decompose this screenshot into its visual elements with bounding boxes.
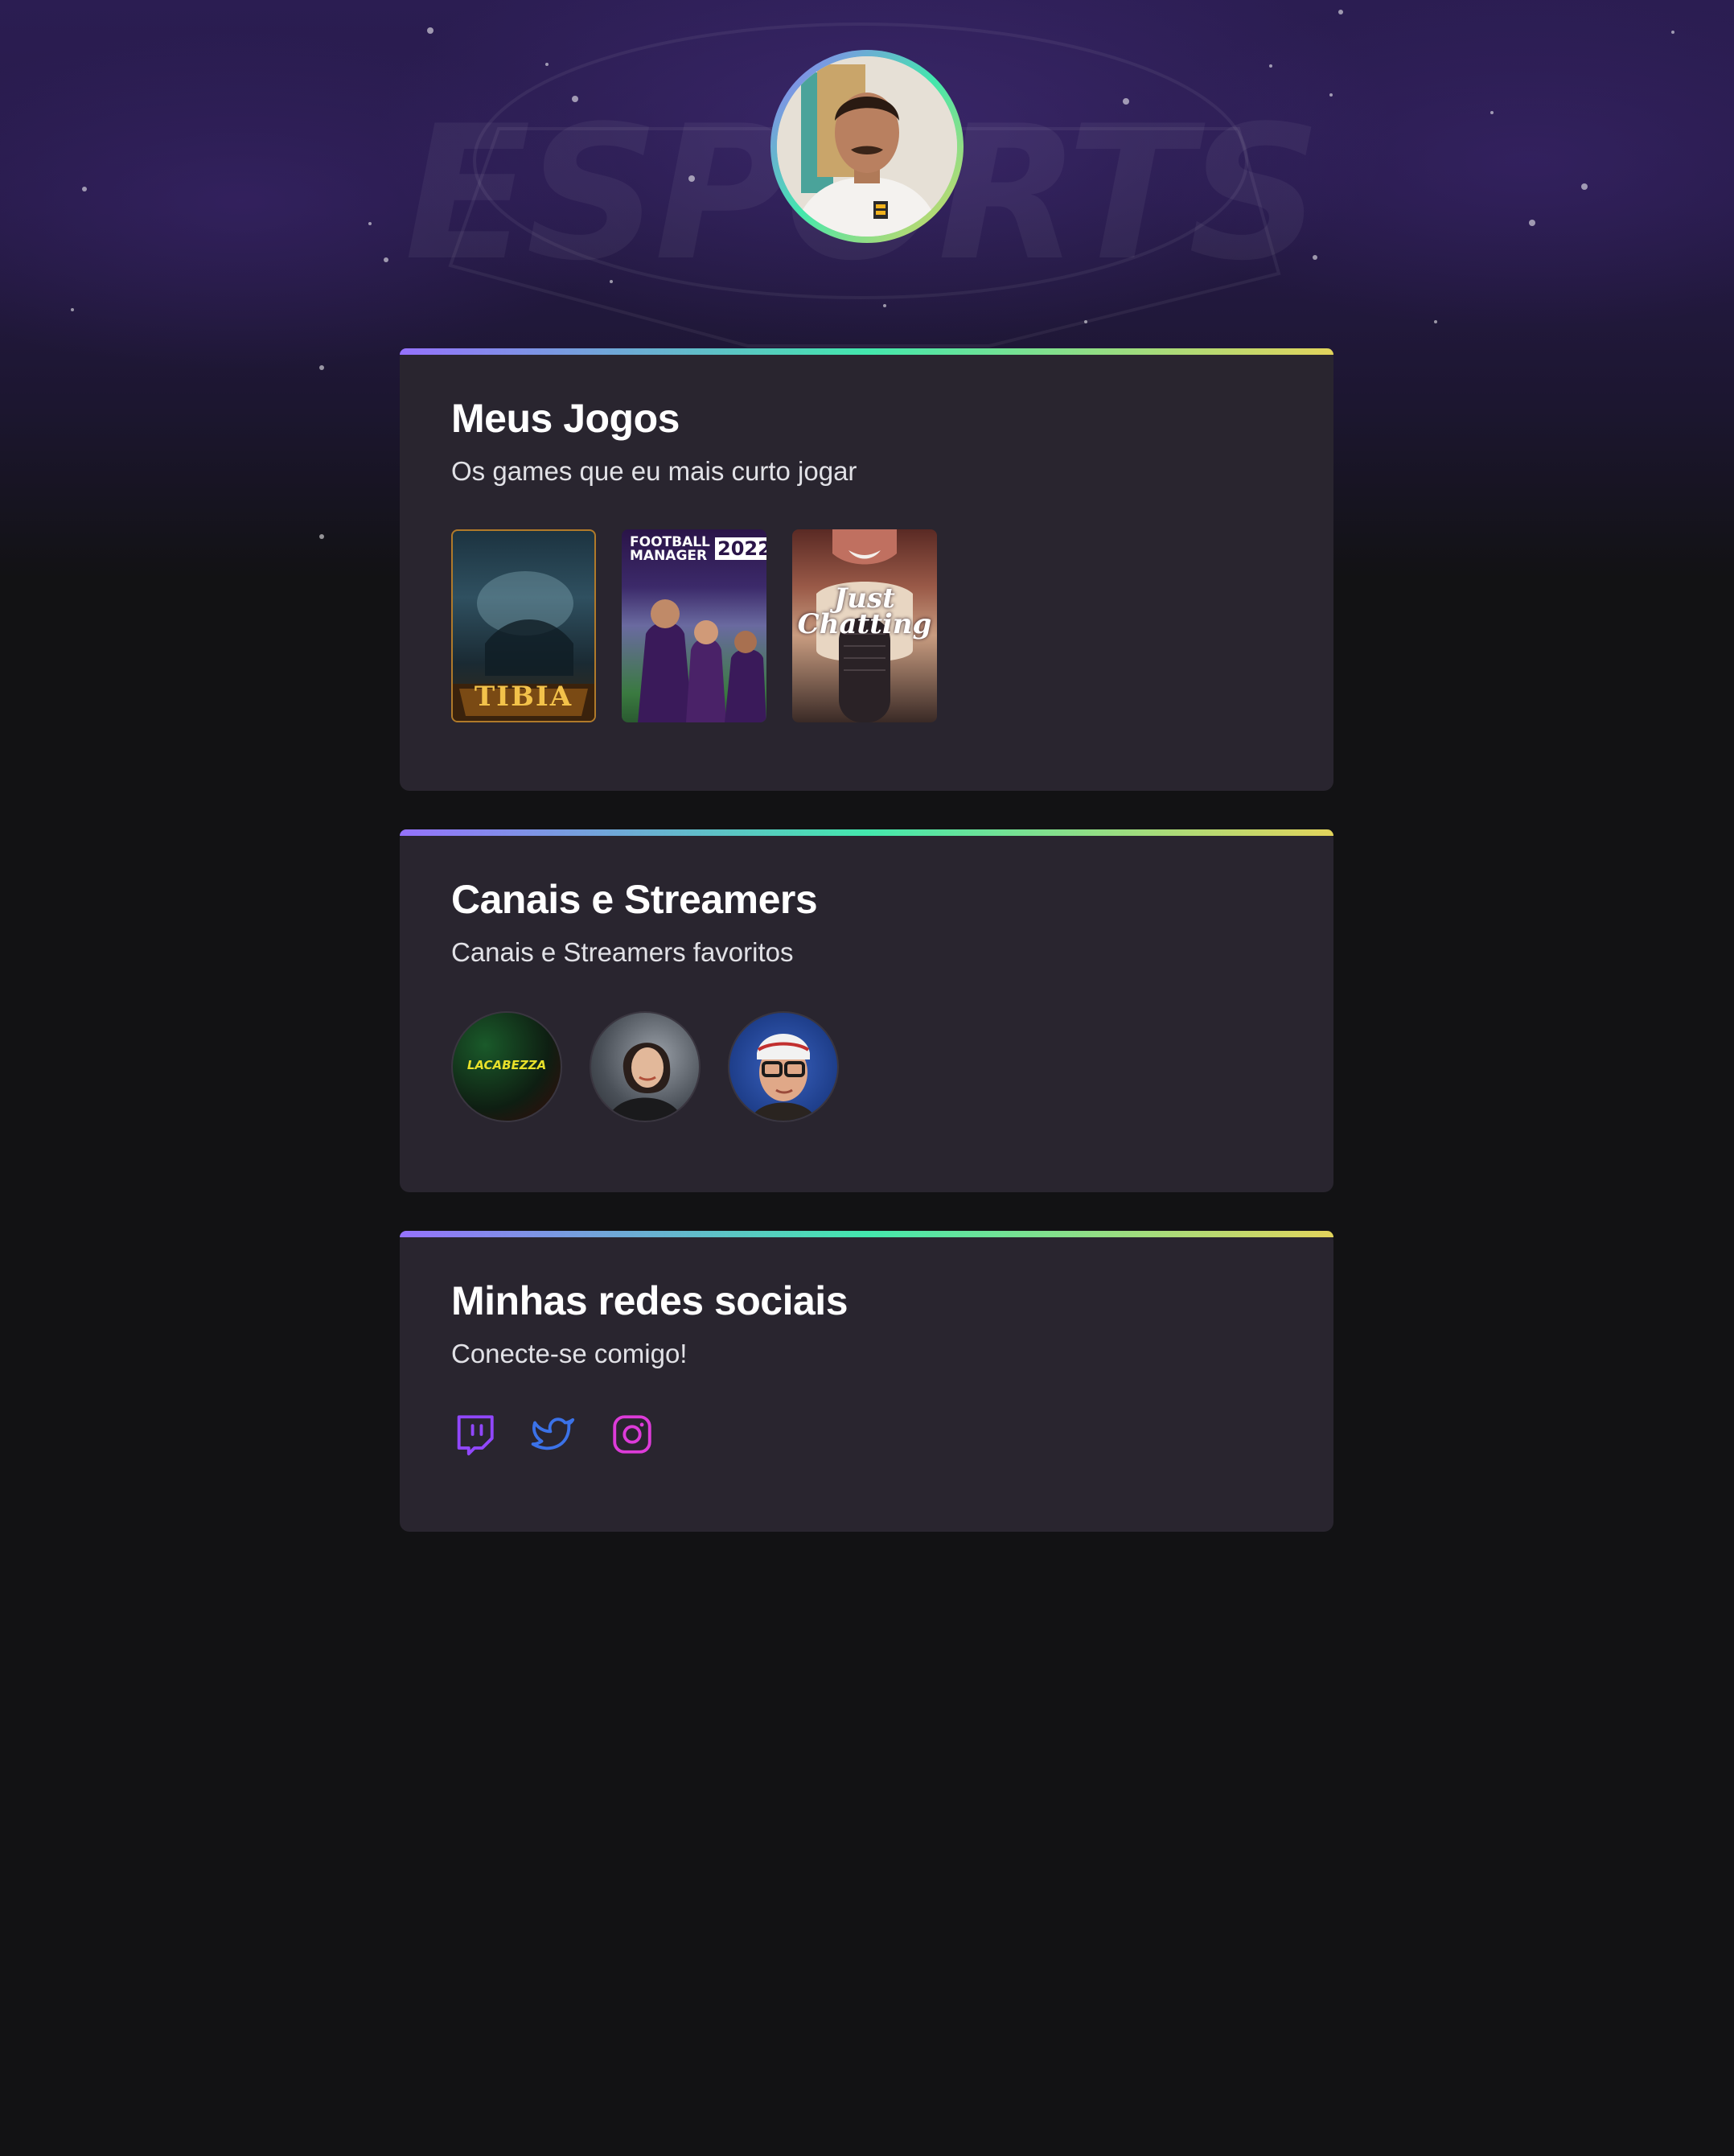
- streamers-card: Canais e Streamers Canais e Streamers fa…: [400, 829, 1333, 1192]
- game-just-chatting[interactable]: Just Chatting: [792, 529, 937, 722]
- person-illustration: [777, 56, 957, 237]
- twitch-icon[interactable]: [451, 1411, 498, 1458]
- streamer-3-avatar[interactable]: [728, 1011, 839, 1122]
- social-title: Minhas redes sociais: [451, 1278, 849, 1323]
- games-list: TIBIA FOOTBALL MANAGER 2022 Just Chattin…: [451, 529, 937, 722]
- social-subtitle: Conecte-se comigo!: [451, 1339, 688, 1368]
- games-card: Meus Jogos Os games que eu mais curto jo…: [400, 348, 1333, 791]
- streamers-subtitle: Canais e Streamers favoritos: [451, 937, 794, 967]
- streamers-list: LACABEZZA: [451, 1011, 839, 1122]
- streamers-title: Canais e Streamers: [451, 877, 818, 922]
- streamer-2-portrait: [607, 1043, 683, 1121]
- social-links: [451, 1411, 655, 1458]
- just-chatting-line2: Chatting: [797, 608, 932, 640]
- games-subtitle: Os games que eu mais curto jogar: [451, 456, 857, 486]
- game-tibia[interactable]: TIBIA: [451, 529, 596, 722]
- tibia-logo-text: TIBIA: [474, 681, 573, 713]
- streamer-3-portrait: [750, 1034, 816, 1121]
- avatar-image: [777, 56, 957, 237]
- streamer-2-avatar[interactable]: [590, 1011, 701, 1122]
- games-title: Meus Jogos: [451, 396, 680, 441]
- social-card: Minhas redes sociais Conecte-se comigo!: [400, 1231, 1333, 1532]
- profile-avatar[interactable]: [770, 50, 964, 243]
- game-football-manager[interactable]: FOOTBALL MANAGER 2022: [622, 529, 766, 722]
- instagram-icon[interactable]: [609, 1411, 655, 1458]
- twitter-icon[interactable]: [530, 1411, 577, 1458]
- lacabezza-logo-text: LACABEZZA: [466, 1058, 547, 1072]
- streamer-lacabezza-avatar[interactable]: LACABEZZA: [451, 1011, 562, 1122]
- fm-players-art: [638, 599, 766, 722]
